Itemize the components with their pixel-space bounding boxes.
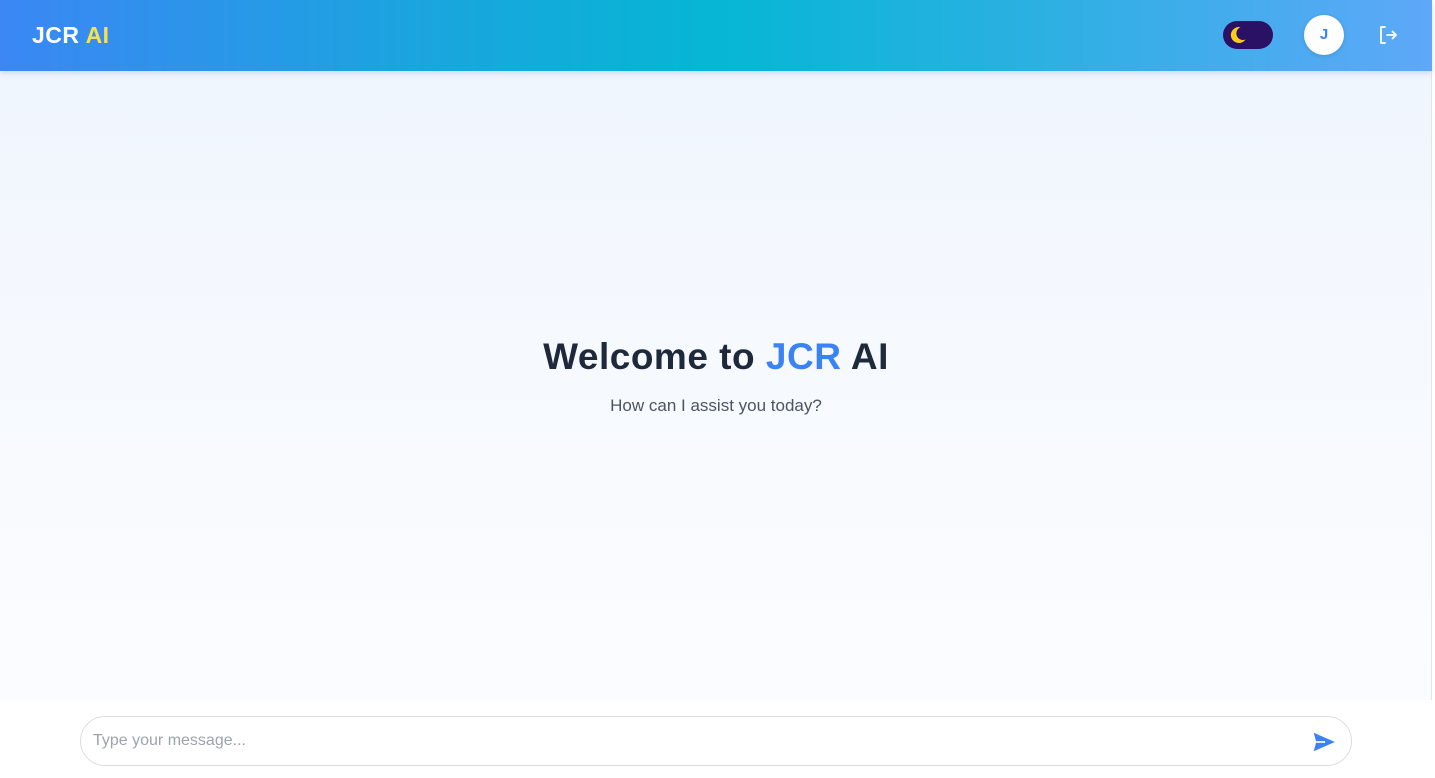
logout-icon[interactable] [1376,23,1400,47]
welcome-title-prefix: Welcome to [543,336,756,377]
app-window: JCR AI J Welcome to JCR AI How can I ass… [0,0,1432,778]
welcome-title-brand: JCR [765,336,842,377]
moon-icon [1230,27,1246,44]
welcome-subtitle: How can I assist you today? [610,396,822,415]
brand-name: JCR [32,22,80,48]
welcome-title: Welcome to JCR AI [0,336,1432,378]
composer-bar [0,700,1432,778]
message-input[interactable] [93,717,1293,765]
message-composer [80,716,1352,766]
brand-logo[interactable]: JCR AI [32,22,110,48]
user-avatar[interactable]: J [1304,15,1344,55]
welcome-title-suffix: AI [850,336,889,377]
theme-toggle[interactable] [1223,21,1273,49]
welcome-section: Welcome to JCR AI How can I assist you t… [0,336,1432,416]
brand-accent: AI [85,22,110,48]
send-icon[interactable] [1311,729,1337,755]
top-header: JCR AI J [0,0,1432,71]
